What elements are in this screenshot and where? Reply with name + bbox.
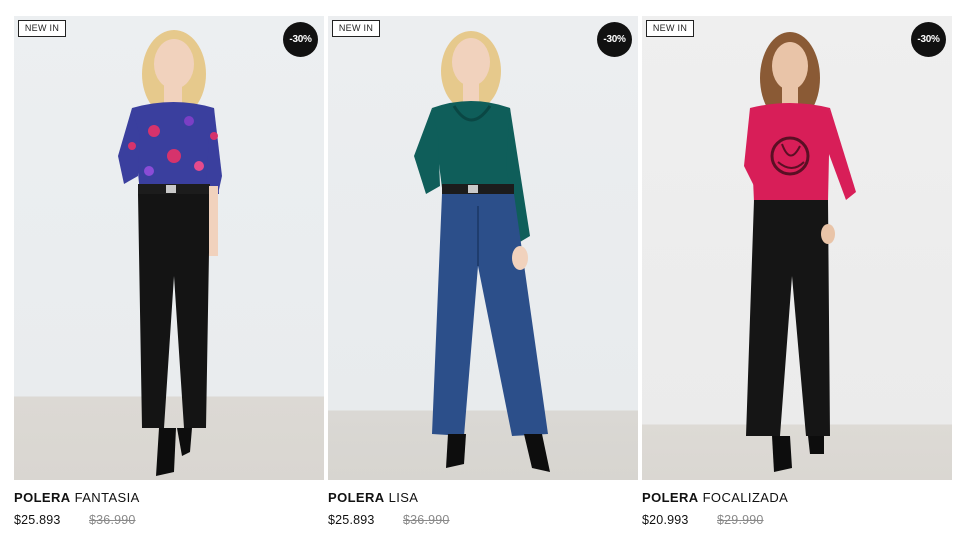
product-card[interactable]: NEW IN -30% POLERA FANTASIA $25.893 $36.… bbox=[14, 16, 324, 546]
product-name-rest: LISA bbox=[388, 490, 419, 505]
discount-badge: -30% bbox=[597, 22, 632, 57]
new-in-badge: NEW IN bbox=[646, 20, 694, 37]
product-name-bold: POLERA bbox=[642, 490, 699, 505]
discount-badge: -30% bbox=[283, 22, 318, 57]
product-image[interactable]: NEW IN -30% bbox=[642, 16, 952, 480]
product-card[interactable]: NEW IN -30% POLERA FOCALIZADA $20.993 $2… bbox=[642, 16, 952, 546]
model-figure bbox=[414, 31, 550, 472]
product-old-price: $36.990 bbox=[403, 513, 450, 527]
product-card[interactable]: NEW IN -30% POLERA LISA $25.893 $36.990 bbox=[328, 16, 638, 546]
product-old-price: $29.990 bbox=[717, 513, 764, 527]
product-name-rest: FANTASIA bbox=[74, 490, 140, 505]
product-name-rest: FOCALIZADA bbox=[702, 490, 789, 505]
model-figure bbox=[118, 30, 222, 476]
product-image[interactable]: NEW IN -30% bbox=[14, 16, 324, 480]
product-name[interactable]: POLERA LISA bbox=[328, 490, 418, 505]
product-name[interactable]: POLERA FOCALIZADA bbox=[642, 490, 788, 505]
product-name-bold: POLERA bbox=[328, 490, 385, 505]
product-name[interactable]: POLERA FANTASIA bbox=[14, 490, 140, 505]
product-old-price: $36.990 bbox=[89, 513, 136, 527]
product-name-bold: POLERA bbox=[14, 490, 71, 505]
new-in-badge: NEW IN bbox=[332, 20, 380, 37]
product-price: $25.893 bbox=[328, 513, 375, 527]
product-grid: NEW IN -30% POLERA FANTASIA $25.893 $36.… bbox=[0, 0, 970, 560]
new-in-badge: NEW IN bbox=[18, 20, 66, 37]
discount-badge: -30% bbox=[911, 22, 946, 57]
model-figure bbox=[744, 32, 856, 472]
product-image[interactable]: NEW IN -30% bbox=[328, 16, 638, 480]
product-price: $20.993 bbox=[642, 513, 689, 527]
product-price: $25.893 bbox=[14, 513, 61, 527]
